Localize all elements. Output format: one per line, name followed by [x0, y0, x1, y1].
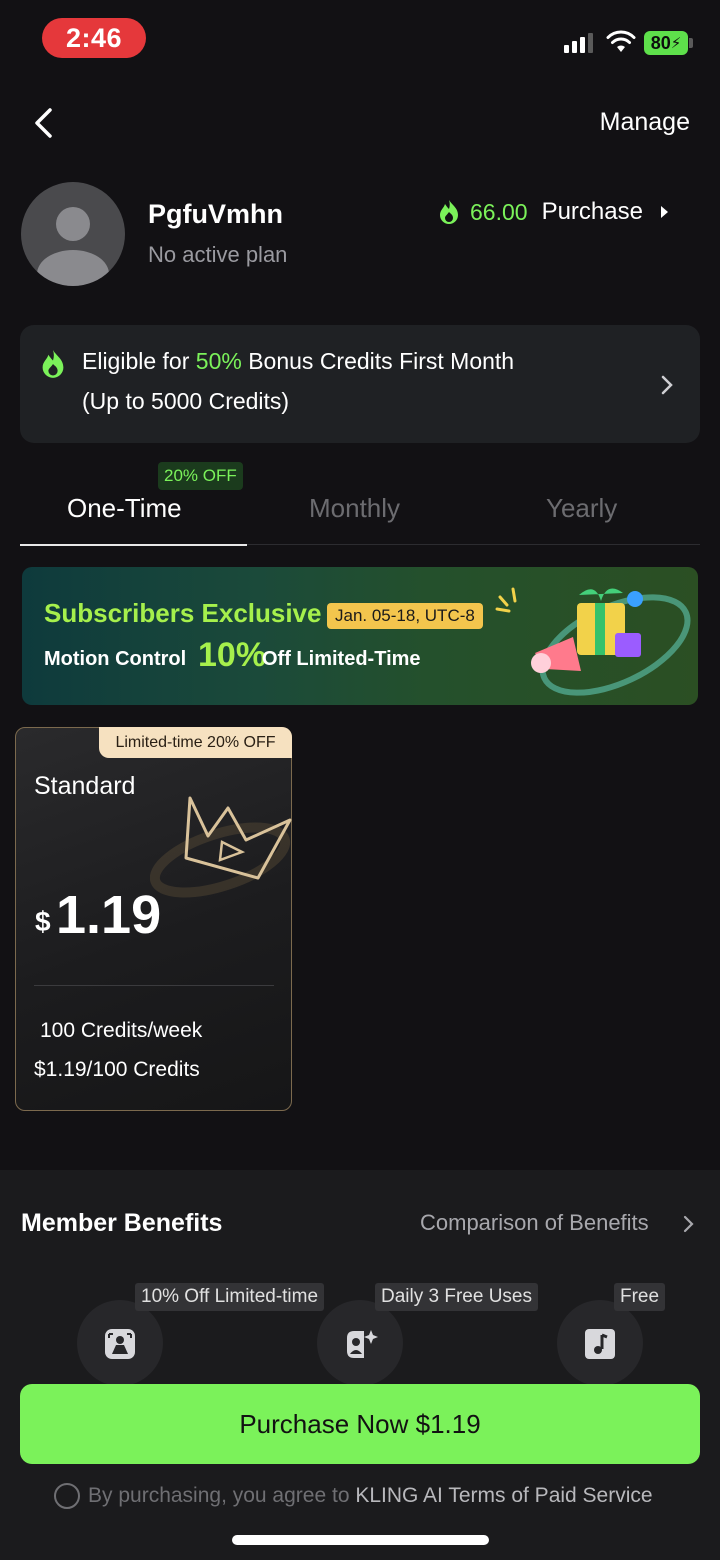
gift-megaphone-illustration-icon: [495, 587, 691, 696]
cellular-signal-icon: [564, 33, 593, 53]
bonus-pre: Eligible for: [82, 348, 196, 374]
terms-agreement: By purchasing, you agree to KLING AI Ter…: [88, 1484, 653, 1508]
purchase-credits-link[interactable]: Purchase: [542, 198, 643, 226]
banner-percent: 10%: [198, 636, 267, 674]
plan-price: 1.19: [56, 885, 162, 945]
bonus-flame-icon: [42, 350, 64, 378]
wifi-icon: [606, 30, 636, 52]
bonus-headline: Eligible for 50% Bonus Credits First Mon…: [82, 348, 514, 375]
plan-status: No active plan: [148, 242, 288, 267]
motion-frame-icon: [105, 1329, 135, 1359]
banner-subtitle-pre: Motion Control: [44, 648, 187, 670]
crown-icon: [150, 796, 292, 898]
purchase-now-button[interactable]: Purchase Now $1.19: [20, 1384, 700, 1464]
plan-credits-per-week: 100 Credits/week: [40, 1019, 203, 1042]
bonus-percent: 50%: [195, 348, 242, 374]
home-indicator[interactable]: [232, 1535, 489, 1545]
tab-yearly[interactable]: Yearly: [546, 493, 617, 524]
terms-agree-radio[interactable]: [54, 1483, 80, 1509]
credits-balance: 66.00: [470, 198, 528, 225]
manage-button[interactable]: Manage: [600, 108, 690, 137]
bonus-cap: (Up to 5000 Credits): [82, 388, 290, 414]
benefit-tag-3: Free: [614, 1283, 666, 1311]
plan-price-per-credits: $1.19/100 Credits: [34, 1058, 200, 1081]
benefit-tag-2: Daily 3 Free Uses: [375, 1283, 538, 1311]
terms-link[interactable]: KLING AI Terms of Paid Service: [355, 1484, 652, 1507]
caret-right-icon: [660, 206, 668, 218]
benefit-tag-1: 10% Off Limited-time: [135, 1283, 325, 1311]
banner-date: Jan. 05-18, UTC-8: [327, 603, 483, 629]
banner-subtitle-post: Off Limited-Time: [262, 648, 421, 670]
plan-discount-badge: Limited-time 20% OFF: [99, 727, 292, 758]
username: PgfuVmhn: [148, 199, 283, 229]
credits-row[interactable]: 66.00 Purchase: [438, 198, 668, 226]
music-note-icon: [585, 1329, 615, 1359]
benefits-title: Member Benefits: [21, 1209, 223, 1237]
plan-currency: $: [35, 906, 51, 937]
back-chevron-icon[interactable]: [28, 106, 60, 140]
comparison-of-benefits-link[interactable]: Comparison of Benefits: [420, 1210, 649, 1236]
battery-level: 80: [650, 32, 671, 53]
plan-divider: [34, 985, 274, 986]
status-time: 2:46: [42, 18, 146, 58]
charging-bolt-icon: ⚡: [670, 35, 682, 52]
bonus-credits-card[interactable]: [20, 325, 700, 443]
chevron-right-icon: [683, 1215, 694, 1233]
active-tab-indicator: [20, 544, 247, 546]
battery-tip: [689, 38, 693, 48]
tab-discount-badge: 20% OFF: [158, 462, 243, 490]
chevron-right-icon: [661, 375, 673, 395]
avatar-sparkle-icon: [347, 1330, 378, 1358]
avatar[interactable]: [21, 182, 125, 286]
default-user-icon: [37, 207, 109, 286]
plan-name: Standard: [34, 772, 136, 800]
agreement-text: By purchasing, you agree to: [88, 1484, 356, 1507]
tab-one-time[interactable]: One-Time: [67, 493, 182, 524]
banner-title: Subscribers Exclusive: [44, 598, 322, 628]
credit-flame-icon: [440, 200, 458, 224]
tab-monthly[interactable]: Monthly: [309, 493, 400, 524]
bonus-post: Bonus Credits First Month: [241, 348, 515, 374]
battery-indicator: 80 ⚡: [644, 31, 688, 55]
